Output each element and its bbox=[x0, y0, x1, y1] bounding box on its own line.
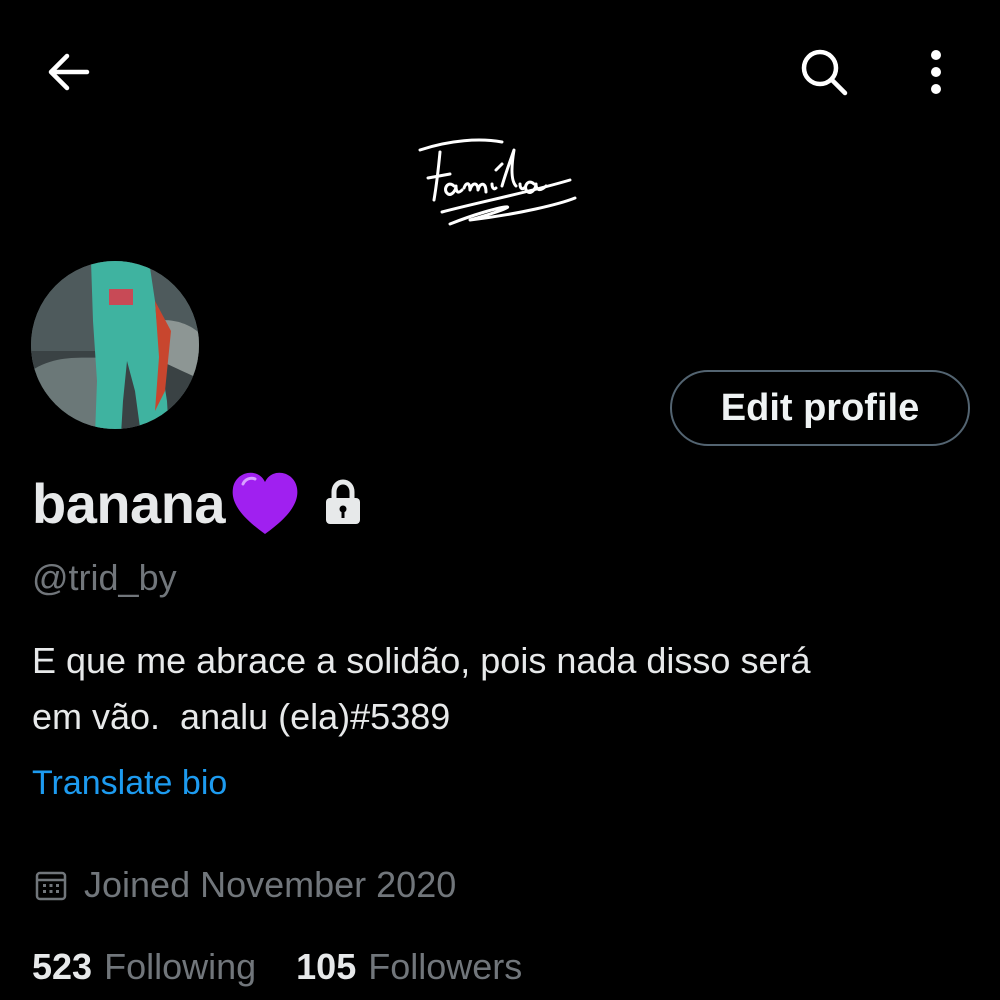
joined-text: Joined November 2020 bbox=[84, 864, 457, 905]
purple-heart-emoji bbox=[232, 472, 298, 534]
translate-bio-link[interactable]: Translate bio bbox=[32, 764, 227, 803]
profile-page: Edit profile banana @trid_by E que me ab… bbox=[0, 0, 1000, 1000]
signature-logo bbox=[418, 138, 577, 226]
following-count: 523 bbox=[32, 946, 93, 987]
following-label: Following bbox=[104, 946, 257, 987]
bio: E que me abrace a solidão, pois nada dis… bbox=[32, 633, 972, 745]
avatar[interactable] bbox=[28, 258, 202, 432]
search-button[interactable] bbox=[784, 32, 864, 112]
followers-label: Followers bbox=[368, 946, 523, 987]
joined-date: Joined November 2020 bbox=[34, 864, 456, 906]
name-row: banana bbox=[32, 468, 363, 538]
edit-profile-button[interactable]: Edit profile bbox=[670, 370, 970, 446]
followers-count: 105 bbox=[296, 946, 357, 987]
follow-stats: 523 Following 105 Followers bbox=[32, 946, 522, 988]
following-link[interactable]: 523 Following bbox=[32, 946, 256, 988]
arrow-left-icon bbox=[48, 53, 90, 91]
search-icon bbox=[801, 49, 848, 96]
calendar-icon bbox=[35, 871, 67, 901]
avatar-image bbox=[31, 261, 199, 429]
lock-icon bbox=[326, 479, 361, 524]
display-name: banana bbox=[32, 471, 226, 535]
back-button[interactable] bbox=[28, 32, 108, 112]
bio-line: E que me abrace a solidão, pois nada dis… bbox=[32, 640, 811, 681]
bio-line: em vão. analu (ela)#5389 bbox=[32, 696, 451, 737]
more-vertical-icon bbox=[931, 50, 941, 94]
username-handle: @trid_by bbox=[32, 557, 177, 598]
more-options-button[interactable] bbox=[896, 32, 976, 112]
followers-link[interactable]: 105 Followers bbox=[296, 946, 522, 988]
